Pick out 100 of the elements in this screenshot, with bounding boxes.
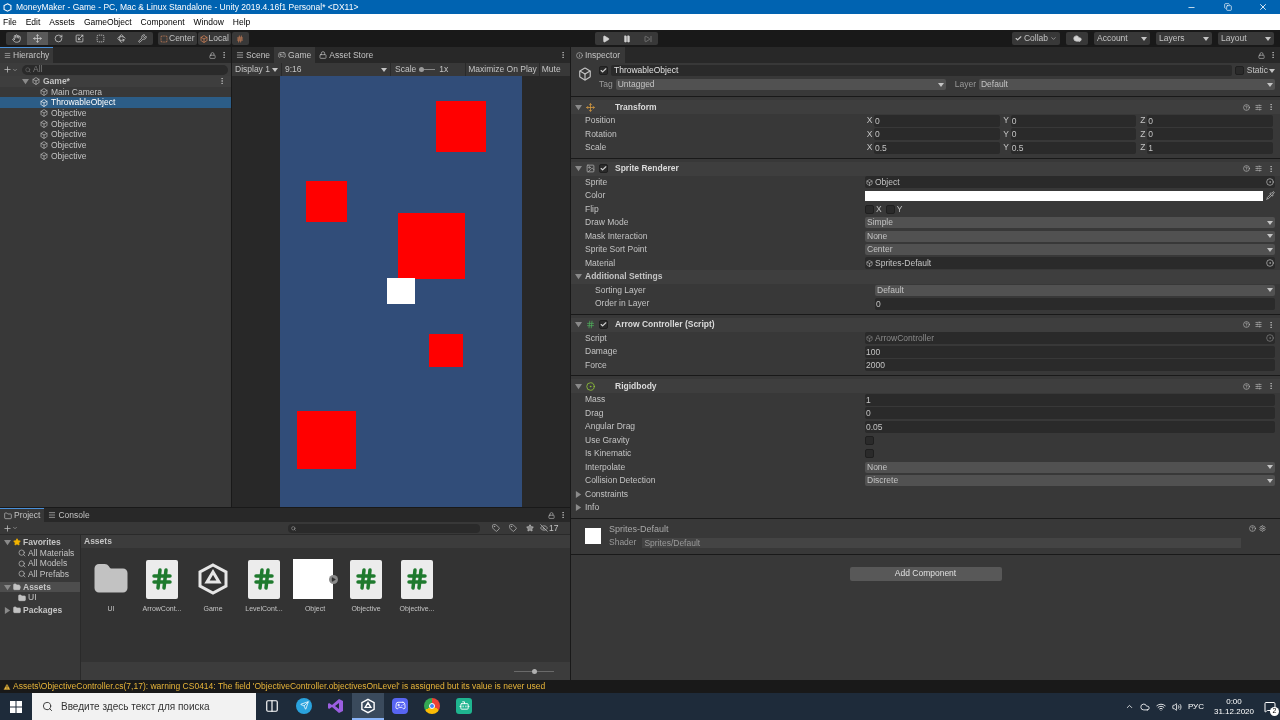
foldout-arrow-icon[interactable] bbox=[4, 583, 11, 591]
tray-chevron-icon[interactable] bbox=[1124, 702, 1134, 711]
number-field[interactable]: 1 bbox=[865, 393, 1275, 406]
help-icon[interactable] bbox=[1243, 103, 1250, 111]
foldout-arrow-icon[interactable] bbox=[575, 321, 582, 328]
menu-item[interactable]: Help bbox=[232, 15, 251, 29]
language-indicator[interactable]: РУС bbox=[1187, 700, 1204, 713]
number-field[interactable]: 0 bbox=[874, 128, 1000, 141]
number-field[interactable]: 1 bbox=[1147, 141, 1273, 154]
toolbar-dropdown[interactable]: Account bbox=[1094, 32, 1150, 45]
foldout-arrow-icon[interactable] bbox=[4, 606, 11, 614]
color-field[interactable] bbox=[865, 190, 1263, 201]
more-icon[interactable] bbox=[220, 51, 228, 59]
help-icon[interactable] bbox=[1243, 321, 1250, 328]
number-field[interactable]: 0 bbox=[1147, 114, 1273, 127]
snap-button[interactable] bbox=[231, 32, 249, 45]
panel-tab[interactable]: Asset Store bbox=[315, 47, 378, 63]
static-dropdown[interactable]: Static bbox=[1246, 64, 1275, 77]
help-icon[interactable] bbox=[1249, 524, 1256, 532]
breadcrumb[interactable]: Assets bbox=[84, 535, 112, 548]
eyedropper-icon[interactable] bbox=[1266, 191, 1275, 201]
number-field[interactable]: 0 bbox=[1147, 128, 1273, 141]
foldout-label[interactable]: Constraints bbox=[585, 487, 628, 501]
number-field[interactable]: 0 bbox=[1010, 114, 1137, 127]
menu-item[interactable]: Edit bbox=[25, 15, 41, 29]
volume-icon[interactable] bbox=[1171, 701, 1182, 712]
panel-tab[interactable]: Game bbox=[274, 47, 316, 63]
foldout-arrow-icon[interactable] bbox=[575, 165, 582, 172]
toolbar-dropdown[interactable]: Layers bbox=[1156, 32, 1212, 45]
clock-time[interactable]: 0:00 bbox=[1226, 696, 1242, 707]
dropdown[interactable]: Default bbox=[875, 284, 1275, 296]
pivot-space-button[interactable]: Local bbox=[197, 32, 231, 45]
foldout-arrow-icon[interactable] bbox=[575, 273, 582, 281]
shader-dropdown[interactable]: Sprites/Default bbox=[642, 537, 1241, 548]
add-button[interactable] bbox=[3, 65, 18, 74]
more-icon[interactable] bbox=[1269, 51, 1277, 59]
collab-button[interactable]: Collab bbox=[1011, 32, 1060, 45]
scene-name[interactable]: Game* bbox=[43, 74, 70, 88]
more-icon[interactable] bbox=[1267, 320, 1275, 329]
cloud-button[interactable] bbox=[1066, 32, 1088, 45]
expand-arrow-icon[interactable] bbox=[328, 574, 338, 584]
presets-icon[interactable] bbox=[1255, 103, 1262, 111]
help-icon[interactable] bbox=[1243, 165, 1250, 172]
more-icon[interactable] bbox=[559, 51, 567, 59]
dropdown[interactable]: None bbox=[865, 461, 1275, 473]
help-icon[interactable] bbox=[1243, 382, 1250, 390]
status-message[interactable]: Assets\ObjectiveController.cs(7,17): warning CS0414: The field 'ObjectiveController.objectivesOnLevel' is assigned but its value is never used bbox=[13, 680, 546, 693]
number-field[interactable]: 0.05 bbox=[865, 420, 1275, 433]
taskbar-app[interactable] bbox=[352, 693, 384, 720]
component-header[interactable]: Transform bbox=[571, 100, 1280, 114]
foldout-label[interactable]: Info bbox=[585, 501, 600, 515]
scale-slider-icon[interactable] bbox=[419, 67, 436, 72]
hierarchy-item[interactable]: Objective bbox=[0, 118, 231, 130]
checkbox[interactable] bbox=[865, 449, 874, 459]
presets-icon[interactable] bbox=[1255, 165, 1262, 172]
mute-toggle[interactable]: Mute bbox=[538, 63, 563, 76]
number-field[interactable]: 0.5 bbox=[874, 141, 1000, 154]
project-tree-item[interactable]: UI bbox=[0, 592, 80, 604]
tool-button[interactable] bbox=[27, 32, 48, 45]
toolbar-dropdown[interactable]: Layout bbox=[1218, 32, 1274, 45]
panel-tab[interactable]: Scene bbox=[232, 47, 275, 63]
lock-icon[interactable] bbox=[209, 51, 216, 59]
presets-icon[interactable] bbox=[1255, 382, 1262, 390]
number-field[interactable]: 0 bbox=[875, 297, 1275, 310]
hierarchy-item[interactable]: ThrowableObject bbox=[0, 97, 231, 109]
component-header[interactable]: Arrow Controller (Script) bbox=[571, 317, 1280, 332]
close-icon[interactable] bbox=[1258, 2, 1268, 12]
zoom-slider-thumb[interactable] bbox=[531, 668, 537, 674]
star-icon[interactable] bbox=[526, 524, 534, 532]
foldout-arrow-icon[interactable] bbox=[22, 77, 29, 85]
menu-item[interactable]: Window bbox=[193, 15, 224, 29]
panel-tab[interactable]: Hierarchy bbox=[0, 47, 54, 63]
more-icon[interactable] bbox=[1267, 103, 1275, 111]
more-icon[interactable] bbox=[1267, 164, 1275, 173]
component-header[interactable]: Sprite Renderer bbox=[571, 161, 1280, 176]
project-tree-item[interactable]: Assets bbox=[0, 581, 80, 593]
panel-tab[interactable]: Inspector bbox=[571, 47, 625, 63]
number-field[interactable]: 2000 bbox=[865, 359, 1275, 372]
layer-dropdown[interactable]: Default bbox=[979, 79, 1275, 90]
hierarchy-item[interactable]: Objective bbox=[0, 140, 231, 151]
object-field[interactable]: Object bbox=[865, 176, 1275, 189]
enabled-checkbox[interactable] bbox=[599, 320, 608, 329]
hidden-packages-toggle[interactable]: 17 bbox=[540, 521, 559, 535]
menu-item[interactable]: File bbox=[3, 15, 17, 29]
dropdown[interactable]: None bbox=[865, 230, 1275, 242]
more-icon[interactable] bbox=[1267, 382, 1275, 390]
object-picker-icon[interactable] bbox=[1266, 178, 1274, 187]
foldout-arrow-icon[interactable] bbox=[575, 382, 582, 390]
dropdown[interactable]: Center bbox=[865, 244, 1275, 256]
foldout-arrow-icon[interactable] bbox=[4, 538, 11, 546]
project-tree-item[interactable]: All Materials bbox=[0, 547, 80, 559]
number-field[interactable]: 0 bbox=[865, 407, 1275, 420]
more-icon[interactable] bbox=[218, 77, 226, 86]
object-field[interactable]: Sprites-Default bbox=[865, 257, 1275, 270]
settings-icon[interactable] bbox=[1259, 524, 1266, 532]
project-tree-item[interactable]: All Models bbox=[0, 558, 80, 570]
hierarchy-item[interactable]: Objective bbox=[0, 108, 231, 119]
hierarchy-item[interactable]: Main Camera bbox=[0, 86, 231, 98]
dropdown[interactable]: Discrete bbox=[865, 475, 1275, 487]
panel-tab[interactable]: Console bbox=[44, 508, 94, 522]
